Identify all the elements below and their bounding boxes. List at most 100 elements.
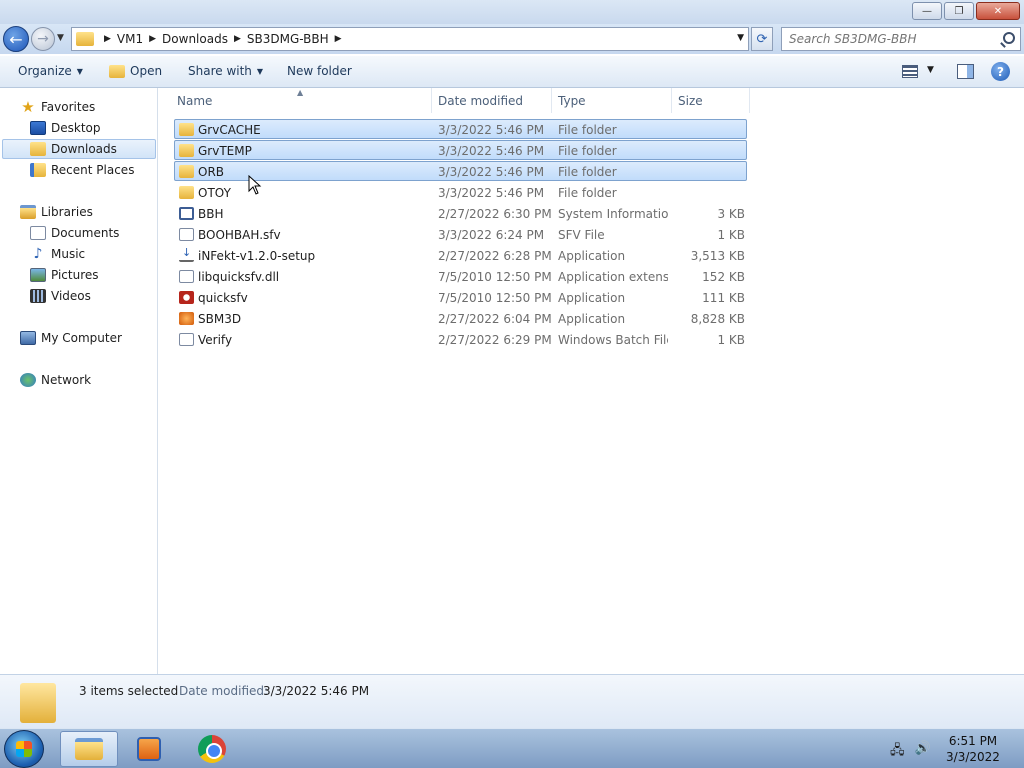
nav-item-videos[interactable]: Videos [30,286,91,306]
volume-icon[interactable]: 🔊 [915,741,931,763]
open-label: Open [130,64,163,78]
preview-pane-icon[interactable] [957,64,974,79]
file-row[interactable]: GrvCACHE 3/3/2022 5:46 PM File folder [174,119,747,139]
recent-places-icon [30,163,46,177]
column-header-size[interactable]: Size [672,88,750,113]
nav-label: Downloads [51,142,117,156]
search-box[interactable] [781,27,1021,51]
share-with-label: Share with [188,64,252,78]
file-row[interactable]: Verify 2/27/2022 6:29 PM Windows Batch F… [174,329,747,349]
recent-pages-dropdown[interactable]: ▼ [57,33,64,43]
nav-item-libraries[interactable]: Libraries [20,202,93,222]
desktop-icon [30,121,46,135]
file-date: 3/3/2022 5:46 PM [438,165,545,179]
details-pane: 3 items selected Date modified: 3/3/2022… [0,674,1024,728]
batch-file-icon [179,333,194,346]
breadcrumb-vm1[interactable]: VM1 [117,32,143,46]
taskbar-chrome-button[interactable] [183,731,241,767]
file-name: GrvCACHE [198,123,261,137]
file-size: 1 KB [717,333,745,347]
breadcrumb-sb3dmg-bbh[interactable]: SB3DMG-BBH [247,32,329,46]
nav-item-music[interactable]: ♪ Music [30,244,86,264]
new-folder-button[interactable]: New folder [287,64,352,78]
nav-label: Pictures [51,268,99,282]
search-input[interactable] [789,32,989,46]
breadcrumb-chevron-icon[interactable]: ▶ [335,34,342,44]
file-row[interactable]: BOOHBAH.sfv 3/3/2022 6:24 PM SFV File 1 … [174,224,747,244]
column-header-type[interactable]: Type [552,88,672,113]
back-button[interactable]: ← [3,26,29,52]
taskbar-media-player-button[interactable] [120,731,178,767]
breadcrumb-downloads[interactable]: Downloads [162,32,228,46]
nav-label: Libraries [41,205,93,219]
nav-item-pictures[interactable]: Pictures [30,265,99,285]
file-name: SBM3D [198,312,242,326]
minimize-button[interactable]: — [912,2,942,20]
organize-button[interactable]: Organize ▼ [18,64,83,78]
views-dropdown[interactable]: ▼ [927,65,934,75]
nav-label: Desktop [51,121,101,135]
file-row[interactable]: quicksfv 7/5/2010 12:50 PM Application 1… [174,287,747,307]
file-date: 2/27/2022 6:30 PM [438,207,552,221]
back-arrow-icon: ← [9,29,23,49]
column-header-date-modified[interactable]: Date modified [432,88,552,113]
organize-label: Organize [18,64,72,78]
nav-item-documents[interactable]: Documents [30,223,119,243]
breadcrumb-chevron-icon[interactable]: ▶ [104,34,111,44]
file-name: ORB [198,165,225,179]
file-name: GrvTEMP [198,144,252,158]
network-status-icon[interactable]: 🖧 [890,741,905,763]
quicksfv-app-icon [179,291,194,304]
file-row[interactable]: GrvTEMP 3/3/2022 5:46 PM File folder [174,140,747,160]
nav-item-favorites[interactable]: ★ Favorites [20,97,95,117]
file-size: 3,513 KB [690,249,745,263]
date-modified-value: 3/3/2022 5:46 PM [263,684,370,698]
nav-item-desktop[interactable]: Desktop [30,118,101,138]
file-icon [179,228,194,241]
date-modified-label: Date modified: [179,684,269,698]
help-icon[interactable]: ? [991,62,1010,81]
file-size: 3 KB [717,207,745,221]
nav-item-downloads[interactable]: Downloads [2,139,156,159]
nav-item-recent-places[interactable]: Recent Places [30,160,134,180]
clock[interactable]: 6:51 PM 3/3/2022 [930,733,1016,765]
chrome-icon [198,735,226,763]
forward-button[interactable]: → [31,27,55,51]
start-button[interactable] [4,730,44,768]
nav-item-network[interactable]: Network [20,370,91,390]
file-row[interactable]: SBM3D 2/27/2022 6:04 PM Application 8,82… [174,308,747,328]
taskbar-explorer-button[interactable] [60,731,118,767]
taskbar: 🖧 🔊 6:51 PM 3/3/2022 [0,728,1024,768]
close-button[interactable]: ✕ [976,2,1020,20]
address-history-dropdown[interactable]: ▼ [737,33,744,43]
documents-icon [30,226,46,240]
file-name: quicksfv [198,291,248,305]
media-player-icon [137,737,161,761]
breadcrumb-chevron-icon[interactable]: ▶ [234,34,241,44]
folder-icon [179,186,194,199]
file-size: 8,828 KB [690,312,745,326]
address-bar[interactable]: ▶ VM1 ▶ Downloads ▶ SB3DMG-BBH ▶ ▼ [71,27,749,51]
nav-label: Recent Places [51,163,135,177]
maximize-button[interactable]: ❐ [944,2,974,20]
star-icon: ★ [21,98,35,116]
file-row[interactable]: libquicksfv.dll 7/5/2010 12:50 PM Applic… [174,266,747,286]
open-button[interactable]: Open [109,64,162,78]
refresh-icon: ⟳ [756,31,768,47]
file-row[interactable]: BBH 2/27/2022 6:30 PM System Informatio.… [174,203,747,223]
nav-item-my-computer[interactable]: My Computer [20,328,122,348]
navigation-pane: ★ Favorites Desktop Downloads Recent Plac… [0,88,158,674]
file-date: 2/27/2022 6:28 PM [438,249,552,263]
file-type: Windows Batch File [558,333,668,347]
change-view-icon[interactable] [902,65,918,78]
videos-icon [30,289,46,303]
file-date: 3/3/2022 5:46 PM [438,144,545,158]
column-label: Name [177,93,213,108]
file-row[interactable]: iNFekt-v1.2.0-setup 2/27/2022 6:28 PM Ap… [174,245,747,265]
breadcrumb-chevron-icon[interactable]: ▶ [149,34,156,44]
refresh-button[interactable]: ⟳ [751,27,773,51]
file-date: 2/27/2022 6:29 PM [438,333,552,347]
search-icon[interactable] [1003,32,1015,44]
sort-ascending-icon: ▲ [297,88,304,97]
share-with-button[interactable]: Share with ▼ [188,64,263,78]
